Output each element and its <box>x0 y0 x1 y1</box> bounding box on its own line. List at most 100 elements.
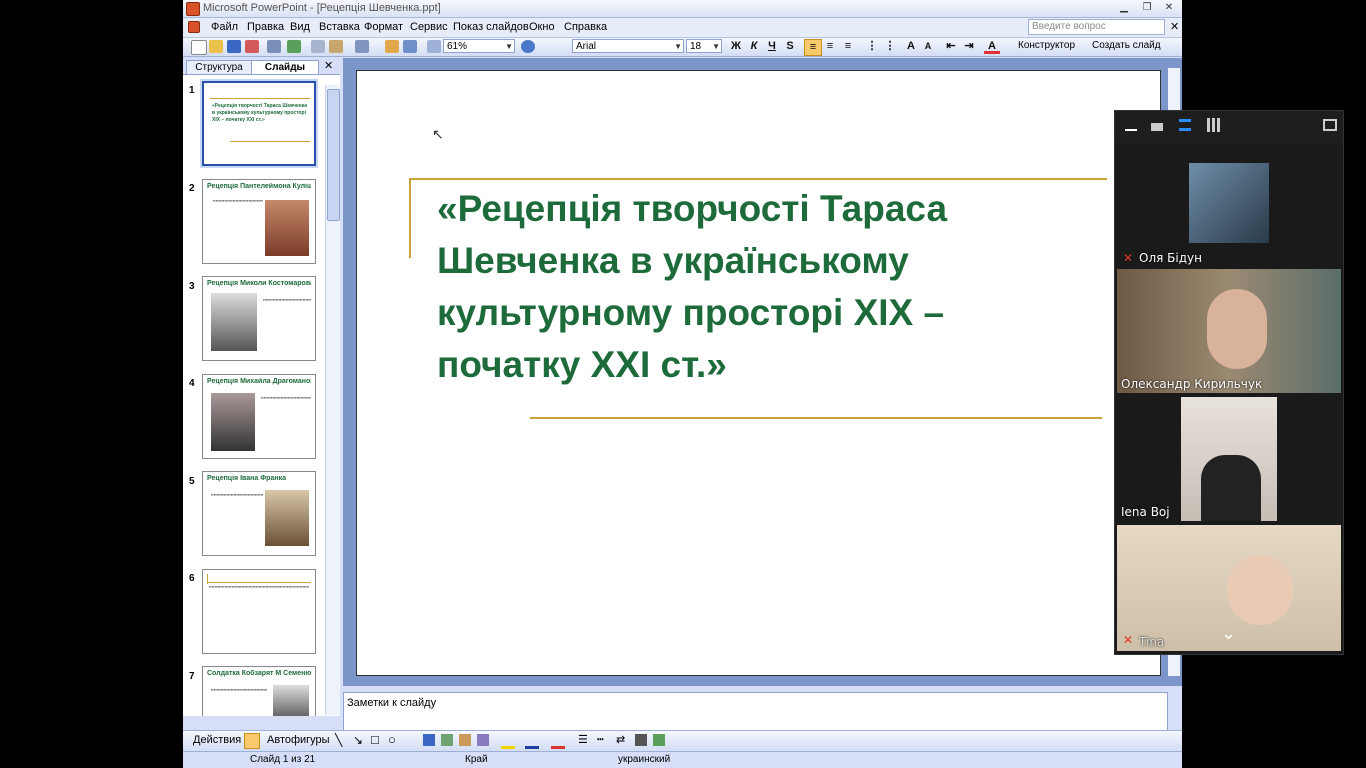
insert-chart-icon[interactable] <box>385 40 399 53</box>
shadow-button[interactable]: S <box>782 39 798 54</box>
slide-thumbnail-2[interactable]: Рецепція Пантелеймона Куліша ▪▪▪▪▪▪▪▪▪▪▪… <box>202 179 316 264</box>
menu-slideshow[interactable]: Показ слайдов <box>453 21 529 33</box>
slide-thumbnail-6[interactable]: ▪▪▪▪▪▪▪▪▪▪▪▪▪▪▪▪▪▪▪▪▪▪▪▪▪▪▪▪▪▪▪▪▪▪▪▪▪▪▪▪… <box>202 569 316 654</box>
align-left-button[interactable]: ≡ <box>804 39 822 56</box>
actions-menu[interactable]: Действия <box>193 734 241 746</box>
powerpoint-app-icon[interactable] <box>186 2 200 16</box>
menu-tools[interactable]: Сервис <box>410 21 448 33</box>
increase-indent-button[interactable]: ⇥ <box>961 39 977 54</box>
slide-thumbnail-4[interactable]: Рецепція Михайла Драгоманова ▪▪▪▪▪▪▪▪▪▪▪… <box>202 374 316 459</box>
tab-outline[interactable]: Структура <box>186 60 252 74</box>
restore-button[interactable]: ❐ <box>1136 1 1158 15</box>
thumb-title: Рецепція Миколи Костомарова <box>207 280 311 287</box>
tab-slides[interactable]: Слайды <box>251 60 319 74</box>
slide-title[interactable]: «Рецепція творчості Тараса Шевченка в ук… <box>437 183 1037 391</box>
clipart-icon[interactable] <box>459 734 471 746</box>
font-size-select[interactable]: 18 ▼ <box>686 39 722 53</box>
speaker-view-icon[interactable] <box>1179 119 1191 131</box>
new-icon[interactable] <box>191 40 207 55</box>
picture-icon[interactable] <box>477 734 489 746</box>
designer-button[interactable]: Конструктор <box>1018 40 1075 51</box>
menu-view[interactable]: Вид <box>290 21 310 33</box>
menu-window[interactable]: Окно <box>529 21 555 33</box>
decrease-indent-button[interactable]: ⇤ <box>943 39 959 54</box>
minimize-button[interactable]: ▁ <box>1113 1 1135 15</box>
paste-icon[interactable] <box>329 40 343 53</box>
decrease-font-button[interactable]: A <box>920 39 936 54</box>
shadow-style-icon[interactable] <box>635 734 647 746</box>
ask-question-input[interactable]: Введите вопрос <box>1028 19 1165 35</box>
arrow-style-icon[interactable]: ⇄ <box>616 733 625 746</box>
chevron-down-icon[interactable]: ⌄ <box>1221 623 1236 644</box>
undo-icon[interactable] <box>355 40 369 53</box>
close-doc-icon[interactable]: ✕ <box>1170 20 1179 33</box>
wordart-icon[interactable] <box>423 734 435 746</box>
menu-file[interactable]: Файл <box>211 21 238 33</box>
permission-icon[interactable] <box>245 40 259 53</box>
insert-table-icon[interactable] <box>403 40 417 53</box>
participant-name: Оля Бідун <box>1139 251 1202 265</box>
gallery-view-icon[interactable] <box>1207 118 1221 132</box>
participant-tile-tina[interactable]: ✕ Tina ⌄ <box>1117 525 1341 651</box>
hide-video-icon[interactable] <box>1151 123 1163 131</box>
diagram-icon[interactable] <box>441 734 453 746</box>
title-top-rule <box>409 178 1107 180</box>
arrow-icon[interactable]: ↘ <box>353 733 363 747</box>
popout-icon[interactable] <box>1323 119 1337 131</box>
zoom-select[interactable]: 61% ▼ <box>443 39 515 53</box>
open-icon[interactable] <box>209 40 223 53</box>
select-objects-icon[interactable] <box>244 733 260 749</box>
menu-edit[interactable]: Правка <box>247 21 284 33</box>
grid-icon[interactable] <box>427 40 441 53</box>
rectangle-icon[interactable]: □ <box>371 732 379 747</box>
increase-font-button[interactable]: A <box>903 39 919 54</box>
participant-tile-oleksandr[interactable]: Олександр Кирильчук <box>1117 269 1341 393</box>
minimize-panel-icon[interactable] <box>1125 129 1137 131</box>
line-color-icon[interactable] <box>525 734 539 749</box>
slide-thumbnail-7[interactable]: Солдатка Кобзарят М Семенюк ▪▪▪▪▪▪▪▪▪▪▪▪… <box>202 666 316 716</box>
bullets-button[interactable]: ⋮ <box>882 39 898 54</box>
3d-style-icon[interactable] <box>653 734 665 746</box>
menu-insert[interactable]: Вставка <box>319 21 360 33</box>
slide-thumbnail-5[interactable]: Рецепція Івана Франка ▪▪▪▪▪▪▪▪▪▪▪▪▪▪▪▪▪▪… <box>202 471 316 556</box>
title-left-rule <box>409 178 411 258</box>
fill-color-icon[interactable] <box>501 734 515 749</box>
font-color-icon[interactable] <box>551 734 565 749</box>
oval-icon[interactable]: ○ <box>388 732 396 747</box>
panel-tabs: Структура Слайды ✕ <box>183 58 340 75</box>
slide-thumbnail-1[interactable]: «Рецепція творчості Тараса Шевченка в ук… <box>202 81 316 166</box>
line-style-icon[interactable]: ☰ <box>578 733 588 746</box>
print-icon[interactable] <box>267 40 281 53</box>
close-panel-icon[interactable]: ✕ <box>324 59 333 72</box>
portrait-image <box>211 393 255 451</box>
close-window-button[interactable]: ✕ <box>1158 1 1180 15</box>
chevron-down-icon: ▼ <box>712 42 720 51</box>
slide-canvas[interactable]: «Рецепція творчості Тараса Шевченка в ук… <box>356 70 1161 676</box>
thumb-number: 6 <box>189 573 195 584</box>
autoshapes-menu[interactable]: Автофигуры <box>267 734 330 746</box>
document-icon[interactable] <box>188 21 200 33</box>
font-select[interactable]: Arial ▼ <box>572 39 684 53</box>
participant-tile-iena[interactable]: Iena Boj <box>1117 397 1341 521</box>
help-icon[interactable] <box>521 40 535 53</box>
notes-pane[interactable]: Заметки к слайду <box>343 692 1168 732</box>
save-icon[interactable] <box>227 40 241 53</box>
spelling-icon[interactable] <box>287 40 301 53</box>
dash-style-icon[interactable]: ┅ <box>597 733 604 746</box>
menu-help[interactable]: Справка <box>564 21 607 33</box>
font-color-button[interactable]: A <box>984 39 1000 54</box>
thumbnail-scrollbar[interactable] <box>325 85 340 715</box>
numbering-button[interactable]: ⋮ <box>864 39 880 54</box>
slide-thumbnail-3[interactable]: Рецепція Миколи Костомарова ▪▪▪▪▪▪▪▪▪▪▪▪… <box>202 276 316 361</box>
participant-tile-olia[interactable]: ✕ Оля Бідун <box>1117 143 1341 267</box>
italic-button[interactable]: К <box>746 39 762 54</box>
cut-icon[interactable] <box>311 40 325 53</box>
align-right-button[interactable]: ≡ <box>840 39 856 54</box>
menu-format[interactable]: Формат <box>364 21 403 33</box>
align-center-button[interactable]: ≡ <box>822 39 838 54</box>
bold-button[interactable]: Ж <box>728 39 744 54</box>
new-slide-button[interactable]: Создать слайд <box>1092 40 1161 51</box>
status-language: украинский <box>618 754 671 765</box>
line-icon[interactable]: ╲ <box>335 733 342 747</box>
underline-button[interactable]: Ч <box>764 39 780 54</box>
